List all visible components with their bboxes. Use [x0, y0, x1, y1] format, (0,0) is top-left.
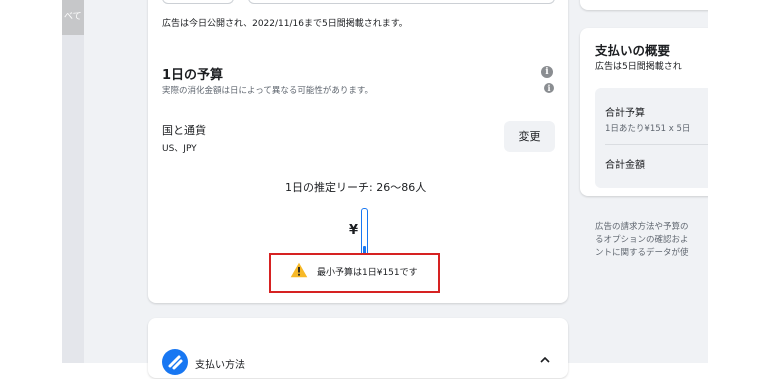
change-button[interactable]: 変更 [504, 121, 555, 152]
info-icon[interactable]: i [541, 66, 553, 78]
payment-summary-details [595, 88, 720, 188]
right-top-card [580, 0, 720, 10]
estimated-reach-label: 1日の推定リーチ: 26〜86人 [285, 181, 427, 194]
summary-divider [605, 144, 720, 145]
payment-method-glyph [168, 355, 183, 370]
currency-symbol: ¥ [349, 223, 359, 238]
billing-info-line-1: 広告の請求方法や予算の [595, 222, 689, 232]
total-budget-detail: 1日あたり¥151 x 5日 [605, 124, 691, 134]
payment-summary-subtitle: 広告は5日間掲載され [595, 62, 682, 72]
country-currency-label: 国と通貨 [162, 124, 206, 137]
daily-budget-title: 1日の予算 [162, 68, 224, 83]
budget-slider[interactable] [361, 208, 368, 256]
left-panel-tab[interactable]: べて [62, 0, 84, 35]
warning-text: 最小予算は1日¥151です [317, 268, 418, 278]
billing-info-line-3: ントに関するデータが使 [595, 248, 689, 258]
warning-icon [290, 262, 308, 278]
country-currency-value: US、JPY [162, 144, 197, 154]
total-budget-label: 合計予算 [605, 108, 645, 119]
input-stub-right [248, 0, 555, 4]
input-stub-left [162, 0, 234, 4]
payment-summary-title: 支払いの概要 [595, 43, 671, 58]
publish-note: 広告は今日公開され、2022/11/16まで5日間掲載されます。 [162, 19, 408, 29]
chevron-up-icon[interactable] [540, 357, 550, 363]
right-edge-background [708, 0, 768, 363]
payment-method-title: 支払い方法 [195, 360, 245, 371]
daily-budget-subtitle: 実際の消化金額は日によって異なる可能性があります。 [162, 86, 373, 96]
info-icon-small[interactable]: i [544, 83, 554, 93]
total-amount-label: 合計金額 [605, 160, 645, 171]
payment-method-icon [162, 349, 188, 375]
left-panel-background [62, 0, 84, 363]
billing-info-line-2: るオプションの確認およ [595, 235, 689, 245]
